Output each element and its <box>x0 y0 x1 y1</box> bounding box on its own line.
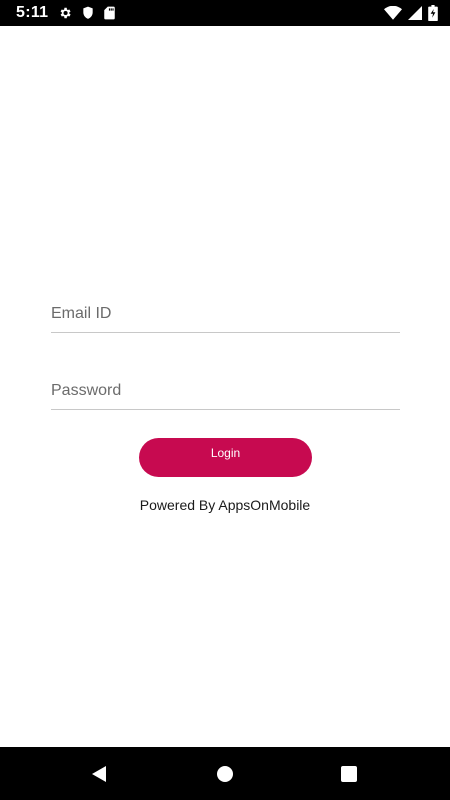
battery-charging-icon <box>428 5 438 21</box>
login-button[interactable]: Login <box>139 438 312 477</box>
login-screen: 5:11 Email ID Login Powered By AppsOnMob… <box>0 0 450 800</box>
shield-icon <box>82 6 94 20</box>
navigation-bar <box>0 747 450 800</box>
home-icon[interactable] <box>214 763 236 785</box>
status-left: 5:11 <box>16 4 116 22</box>
password-field-container <box>51 367 400 410</box>
back-icon[interactable] <box>88 763 110 785</box>
gear-icon <box>58 6 72 20</box>
wifi-icon <box>384 6 402 20</box>
recents-icon[interactable] <box>338 763 360 785</box>
password-field[interactable] <box>51 367 400 409</box>
cell-signal-icon <box>408 6 422 20</box>
status-time: 5:11 <box>16 4 49 21</box>
powered-by-text: Powered By AppsOnMobile <box>139 497 311 513</box>
email-field[interactable] <box>51 290 400 332</box>
status-bar: 5:11 <box>0 0 450 26</box>
login-form <box>51 290 400 410</box>
status-right <box>384 5 438 21</box>
email-field-container <box>51 290 400 333</box>
sd-card-icon <box>104 6 116 20</box>
